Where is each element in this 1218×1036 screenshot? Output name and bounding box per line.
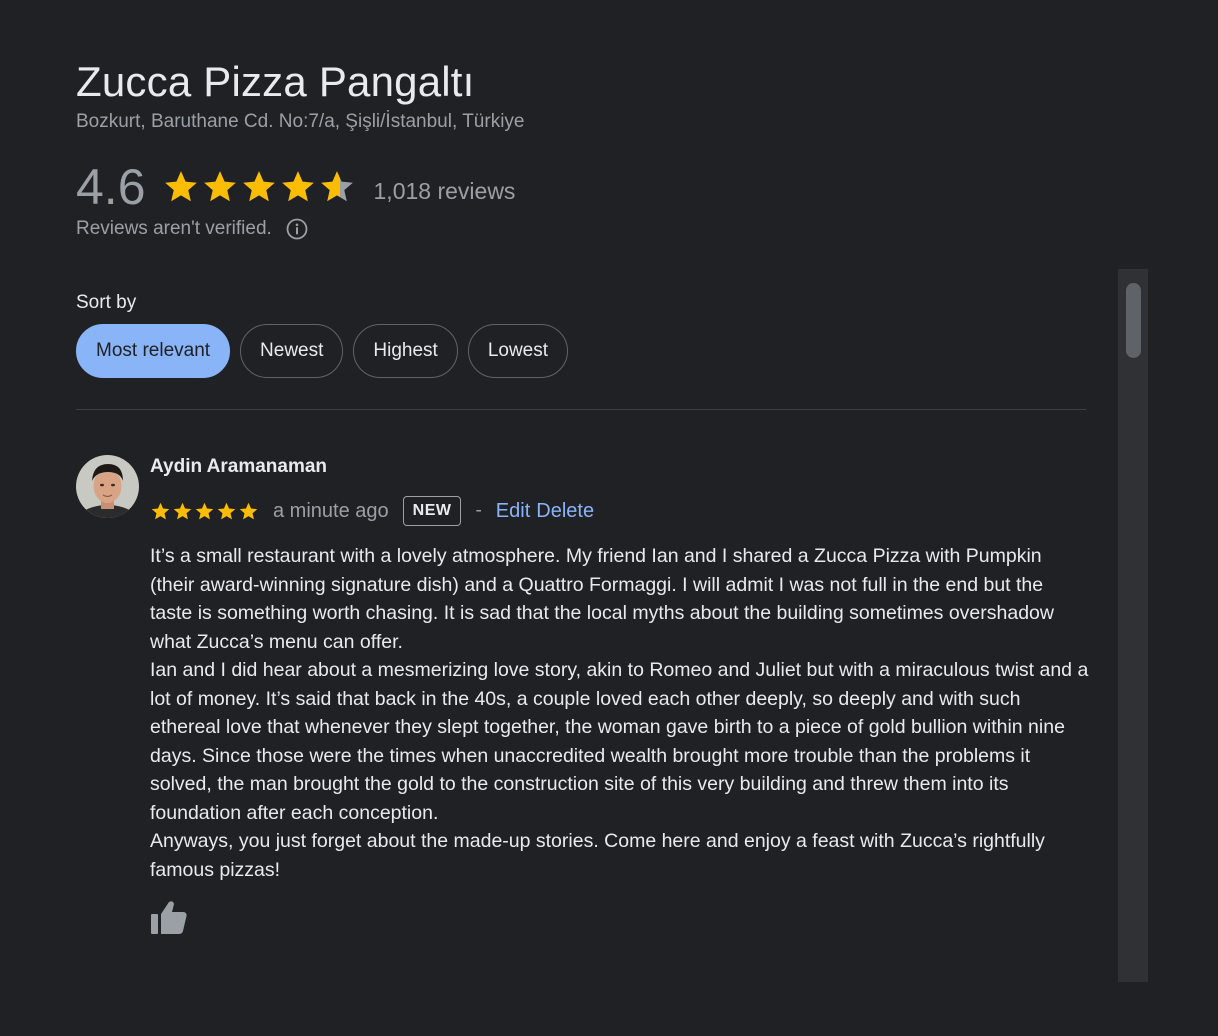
star-icon (217, 502, 236, 519)
star-icon (239, 502, 258, 519)
sort-chip-highest[interactable]: Highest (353, 324, 458, 378)
reviews-page: Zucca Pizza Pangaltı Bozkurt, Baruthane … (0, 0, 1218, 1036)
place-address: Bozkurt, Baruthane Cd. No:7/a, Şişli/İst… (76, 111, 525, 132)
info-icon[interactable] (286, 218, 308, 240)
delete-link[interactable]: Delete (536, 500, 594, 523)
review-time: a minute ago (273, 499, 389, 522)
thumbs-up-icon[interactable] (150, 900, 188, 936)
sort-chip-most-relevant[interactable]: Most relevant (76, 324, 231, 378)
review-meta: a minute ago NEW - Edit Delete (150, 495, 594, 527)
rating-summary: 4.6 1,018 reviews (76, 158, 515, 216)
review-paragraph: It’s a small restaurant with a lovely at… (150, 545, 1054, 653)
verification-note: Reviews aren't verified. (76, 218, 272, 239)
verification-note-row: Reviews aren't verified. (76, 218, 308, 240)
rating-stars (162, 168, 356, 206)
star-icon (203, 171, 236, 202)
place-title: Zucca Pizza Pangaltı (76, 58, 475, 105)
sort-label: Sort by (76, 292, 137, 313)
star-icon (242, 171, 275, 202)
star-icon (164, 171, 197, 202)
sort-chip-newest[interactable]: Newest (240, 324, 344, 378)
review-count[interactable]: 1,018 reviews (374, 178, 516, 205)
separator: - (475, 500, 482, 521)
sort-options: Most relevant Newest Highest Lowest (76, 324, 569, 378)
reviewer-name[interactable]: Aydin Aramanaman (150, 456, 327, 478)
star-icon (195, 502, 214, 519)
review-text: It’s a small restaurant with a lovely at… (150, 542, 1090, 884)
review-paragraph: Ian and I did hear about a mesmerizing l… (150, 659, 1089, 824)
star-icon (173, 502, 192, 519)
review-paragraph: Anyways, you just forget about the made-… (150, 830, 1045, 881)
new-badge: NEW (402, 496, 462, 526)
scrollbar-thumb[interactable] (1126, 283, 1141, 358)
star-icon (281, 171, 314, 202)
review-stars (150, 501, 259, 522)
avatar[interactable] (76, 455, 139, 518)
star-icon (320, 171, 353, 202)
scrollbar-track[interactable] (1118, 269, 1148, 982)
sort-chip-lowest[interactable]: Lowest (467, 324, 569, 378)
divider (76, 409, 1086, 410)
star-icon (151, 502, 170, 519)
rating-value: 4.6 (76, 159, 146, 215)
edit-link[interactable]: Edit (496, 500, 530, 523)
